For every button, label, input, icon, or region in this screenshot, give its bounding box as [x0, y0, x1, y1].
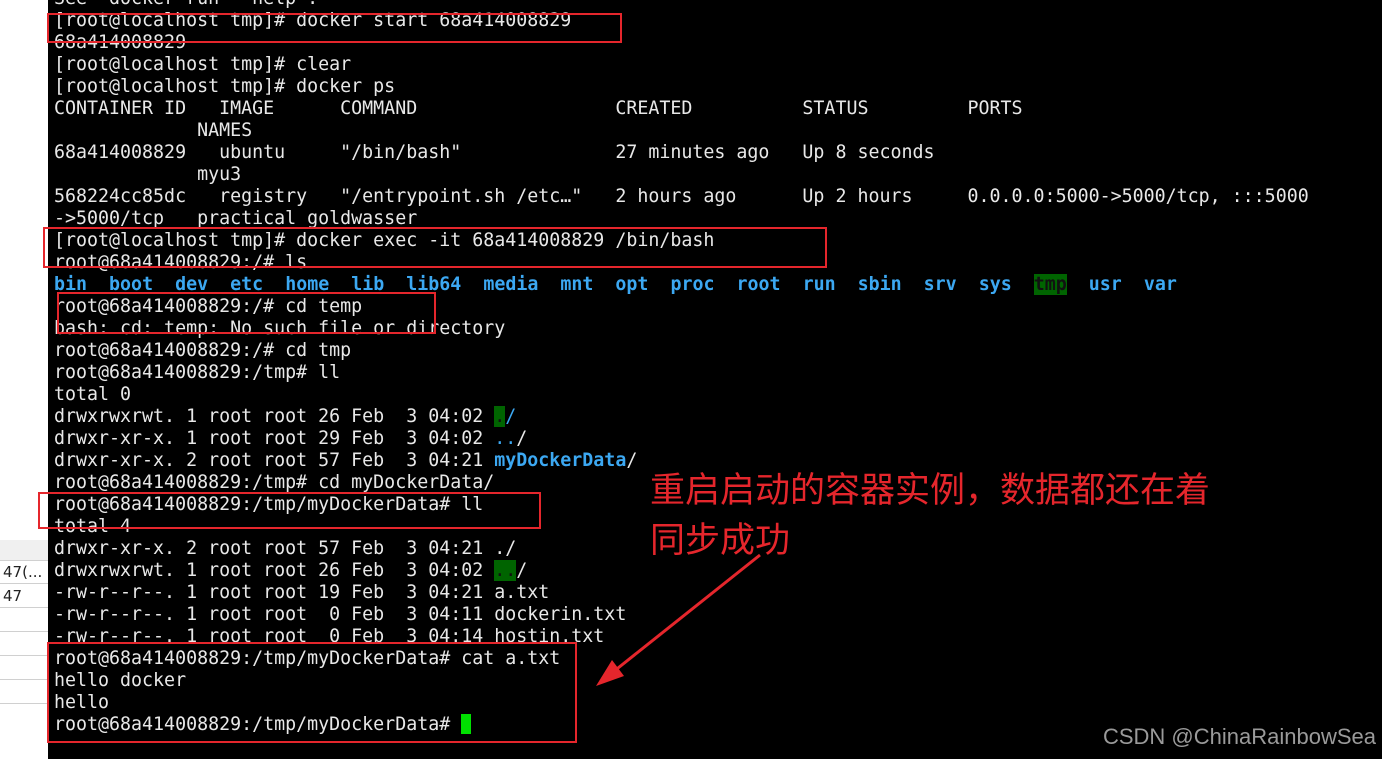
annotation-line-2: 同步成功	[650, 521, 791, 561]
annotation-text: 重启启动的容器实例，数据都还在着 同步成功	[650, 466, 1210, 566]
watermark: CSDN @ChinaRainbowSea	[1102, 724, 1376, 749]
annotation-arrow	[596, 553, 761, 686]
annotation-line-1: 重启启动的容器实例，数据都还在着	[650, 471, 1211, 511]
